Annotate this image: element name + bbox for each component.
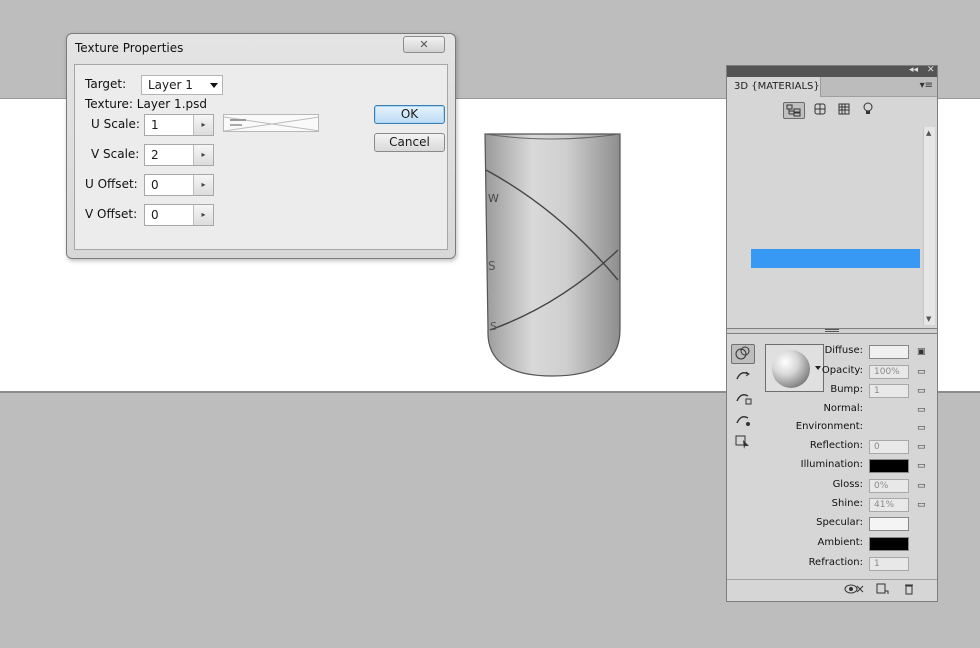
normal-label: Normal: bbox=[823, 403, 863, 414]
v-scale-value: 2 bbox=[151, 148, 159, 162]
toggle-visibility-icon[interactable] bbox=[843, 583, 865, 598]
target-label: Target: bbox=[85, 77, 127, 91]
refraction-label: Refraction: bbox=[808, 557, 863, 568]
v-scale-scrubber[interactable]: ▸ bbox=[193, 145, 213, 165]
can-label-mark: S bbox=[490, 320, 497, 333]
can-label-mark: W bbox=[488, 192, 499, 205]
texture-file-label: Texture: Layer 1.psd bbox=[85, 97, 207, 111]
roll-tool-icon[interactable] bbox=[731, 390, 755, 410]
opacity-field[interactable]: 100% bbox=[869, 365, 909, 379]
gloss-field[interactable]: 0% bbox=[869, 479, 909, 493]
ambient-label: Ambient: bbox=[817, 537, 864, 548]
close-panel-icon[interactable]: ✕ bbox=[927, 65, 935, 75]
environment-folder-icon[interactable]: ▭ bbox=[917, 423, 929, 433]
cancel-button[interactable]: Cancel bbox=[374, 133, 445, 152]
v-offset-field[interactable]: 0 ▸ bbox=[144, 204, 214, 226]
ambient-color-swatch[interactable] bbox=[869, 537, 909, 551]
bump-folder-icon[interactable]: ▭ bbox=[917, 386, 929, 396]
reflection-field[interactable]: 0 bbox=[869, 440, 909, 454]
v-offset-scrubber[interactable]: ▸ bbox=[193, 205, 213, 225]
bump-label: Bump: bbox=[830, 384, 863, 395]
illumination-folder-icon[interactable]: ▭ bbox=[917, 461, 929, 471]
diffuse-color-swatch[interactable] bbox=[869, 345, 909, 359]
v-offset-value: 0 bbox=[151, 208, 159, 222]
dialog-body: Target: Layer 1 Texture: Layer 1.psd U S… bbox=[74, 64, 448, 250]
v-scale-label: V Scale: bbox=[91, 147, 140, 161]
panel-tab-row: 3D {MATERIALS} ▾≡ bbox=[727, 77, 937, 97]
dialog-title: Texture Properties bbox=[75, 41, 184, 55]
materials-filter-icon[interactable] bbox=[833, 102, 855, 119]
u-offset-value: 0 bbox=[151, 178, 159, 192]
reflection-label: Reflection: bbox=[809, 440, 863, 451]
diffuse-label: Diffuse: bbox=[824, 345, 863, 356]
scroll-up-icon[interactable]: ▲ bbox=[926, 129, 931, 137]
specular-label: Specular: bbox=[816, 517, 863, 528]
u-scale-label: U Scale: bbox=[91, 117, 140, 131]
grip-icon bbox=[825, 329, 839, 332]
materials-list[interactable] bbox=[729, 127, 925, 325]
scroll-down-icon[interactable]: ▼ bbox=[926, 315, 931, 323]
v-scale-field[interactable]: 2 ▸ bbox=[144, 144, 214, 166]
shine-field[interactable]: 41% bbox=[869, 498, 909, 512]
light-filter-icon[interactable] bbox=[857, 102, 879, 119]
panel-footer bbox=[727, 579, 937, 601]
new-item-icon[interactable] bbox=[875, 583, 889, 598]
mesh-filter-icon[interactable] bbox=[809, 102, 831, 119]
panel-title-bar: ◂◂ ✕ bbox=[727, 65, 937, 77]
u-offset-label: U Offset: bbox=[85, 177, 138, 191]
bump-field[interactable]: 1 bbox=[869, 384, 909, 398]
material-sphere-preview bbox=[772, 350, 810, 388]
illumination-label: Illumination: bbox=[800, 459, 863, 470]
texture-preview-thumbnail bbox=[223, 114, 319, 132]
u-scale-value: 1 bbox=[151, 118, 159, 132]
u-offset-field[interactable]: 0 ▸ bbox=[144, 174, 214, 196]
reflection-folder-icon[interactable]: ▭ bbox=[917, 442, 929, 452]
target-select-value: Layer 1 bbox=[148, 78, 193, 92]
normal-folder-icon[interactable]: ▭ bbox=[917, 405, 929, 415]
swatch-picker-chevron-icon[interactable] bbox=[815, 366, 821, 370]
collapse-panel-icon[interactable]: ◂◂ bbox=[909, 65, 918, 75]
rotate-tool-icon[interactable] bbox=[731, 368, 755, 388]
trash-icon[interactable] bbox=[903, 583, 915, 598]
environment-label: Environment: bbox=[795, 421, 863, 432]
select-material-tool-icon[interactable] bbox=[731, 434, 755, 454]
v-offset-label: V Offset: bbox=[85, 207, 138, 221]
gloss-label: Gloss: bbox=[832, 479, 863, 490]
panel-menu-icon[interactable]: ▾≡ bbox=[920, 80, 933, 91]
can-label-mark: S bbox=[488, 259, 496, 273]
illumination-color-swatch[interactable] bbox=[869, 459, 909, 473]
opacity-folder-icon[interactable]: ▭ bbox=[917, 367, 929, 377]
pan-tool-icon[interactable] bbox=[731, 412, 755, 432]
filter-toolbar bbox=[727, 97, 937, 125]
close-button[interactable]: ✕ bbox=[403, 36, 445, 53]
tab-3d-materials[interactable]: 3D {MATERIALS} bbox=[727, 77, 821, 97]
shine-label: Shine: bbox=[831, 498, 863, 509]
specular-color-swatch[interactable] bbox=[869, 517, 909, 531]
refraction-field[interactable]: 1 bbox=[869, 557, 909, 571]
u-scale-field[interactable]: 1 ▸ bbox=[144, 114, 214, 136]
opacity-label: Opacity: bbox=[821, 365, 863, 376]
shine-folder-icon[interactable]: ▭ bbox=[917, 500, 929, 510]
gloss-folder-icon[interactable]: ▭ bbox=[917, 481, 929, 491]
u-scale-scrubber[interactable]: ▸ bbox=[193, 115, 213, 135]
diffuse-texture-icon[interactable]: ▣ bbox=[917, 347, 929, 357]
target-select[interactable]: Layer 1 bbox=[141, 75, 223, 95]
material-drop-tool-icon[interactable] bbox=[731, 344, 755, 364]
texture-properties-dialog: Texture Properties ✕ Target: Layer 1 Tex… bbox=[66, 33, 456, 259]
3d-can-model[interactable]: W S S bbox=[480, 130, 625, 380]
u-offset-scrubber[interactable]: ▸ bbox=[193, 175, 213, 195]
ok-button[interactable]: OK bbox=[374, 105, 445, 124]
materials-list-scrollbar[interactable]: ▲ ▼ bbox=[923, 127, 935, 325]
panel-divider-handle[interactable] bbox=[727, 328, 937, 334]
scene-filter-icon[interactable] bbox=[783, 102, 805, 119]
material-tools bbox=[731, 344, 757, 464]
chevron-down-icon bbox=[210, 83, 218, 88]
3d-materials-panel: ◂◂ ✕ 3D {MATERIALS} ▾≡ ▲ ▼ Diffuse: ▣ Op… bbox=[726, 65, 938, 602]
selected-material-row[interactable] bbox=[751, 249, 920, 268]
